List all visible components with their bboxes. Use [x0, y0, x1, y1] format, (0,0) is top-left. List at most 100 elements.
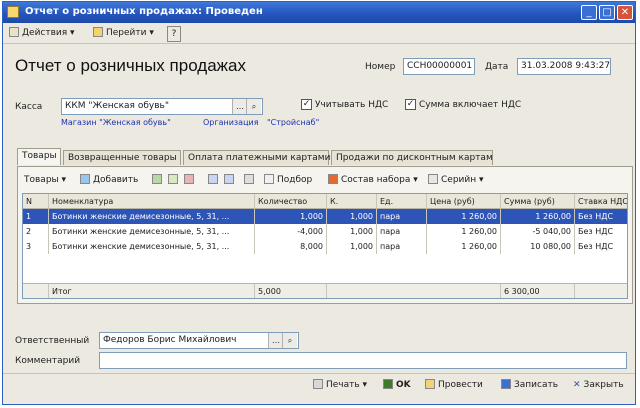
- row-unit[interactable]: пара: [377, 209, 427, 224]
- goods-menu[interactable]: Товары ▾: [24, 173, 66, 187]
- comment-field[interactable]: [99, 352, 627, 369]
- move-down-icon[interactable]: [224, 173, 237, 187]
- row-unit[interactable]: пара: [377, 224, 427, 239]
- col-n[interactable]: N: [23, 194, 49, 209]
- kassa-value: ККМ "Женская обувь": [65, 101, 169, 111]
- help-button[interactable]: ?: [167, 26, 181, 42]
- save-label: Записать: [514, 380, 559, 390]
- sum-includes-vat-checkbox[interactable]: ✓: [405, 99, 416, 110]
- set-label: Состав набора: [341, 175, 411, 185]
- comment-label: Комментарий: [15, 356, 81, 366]
- set-button[interactable]: Состав набора ▾: [328, 173, 418, 187]
- sort-icon[interactable]: [244, 173, 257, 187]
- row-n: 3: [23, 239, 49, 254]
- footer-blank-mid: [327, 283, 501, 298]
- row-sum[interactable]: -5 040,00: [501, 224, 575, 239]
- row-sum[interactable]: 1 260,00: [501, 209, 575, 224]
- col-unit[interactable]: Ед.: [377, 194, 427, 209]
- add-icon: [80, 174, 90, 184]
- row-qty[interactable]: 1,000: [255, 209, 327, 224]
- maximize-button[interactable]: □: [599, 5, 615, 20]
- footer-blank: [23, 283, 49, 298]
- col-k[interactable]: К.: [327, 194, 377, 209]
- kassa-field[interactable]: ККМ "Женская обувь" … ⌕: [61, 98, 263, 115]
- tab-discount-sales[interactable]: Продажи по дисконтным картам: [331, 150, 493, 165]
- move-up-icon[interactable]: [208, 173, 221, 187]
- table-row[interactable]: 2 Ботинки женские демисезонные, 5, 31, .…: [23, 224, 627, 239]
- consider-vat-checkbox[interactable]: ✓: [301, 99, 312, 110]
- post-icon: [425, 379, 435, 389]
- org-link[interactable]: "Стройснаб": [267, 118, 319, 127]
- store-link[interactable]: Магазин "Женская обувь": [61, 118, 171, 127]
- row-vat[interactable]: Без НДС: [575, 224, 627, 239]
- save-icon: [501, 379, 511, 389]
- print-button[interactable]: Печать ▾: [313, 378, 367, 392]
- page-title: Отчет о розничных продажах: [15, 56, 246, 75]
- pick-icon: [264, 174, 274, 184]
- col-vat[interactable]: Ставка НДС: [575, 194, 627, 209]
- row-item[interactable]: Ботинки женские демисезонные, 5, 31, ...: [49, 209, 255, 224]
- add-button[interactable]: Добавить: [80, 173, 138, 187]
- actions-menu[interactable]: Действия ▾: [9, 26, 75, 40]
- edit-row-icon[interactable]: [168, 173, 181, 187]
- actions-icon: [9, 27, 19, 37]
- responsible-field[interactable]: Федоров Борис Михайлович … ⌕: [99, 332, 299, 349]
- delete-row-icon[interactable]: [184, 173, 197, 187]
- row-item[interactable]: Ботинки женские демисезонные, 5, 31, ...: [49, 239, 255, 254]
- col-price[interactable]: Цена (руб): [427, 194, 501, 209]
- goods-menu-label: Товары: [24, 175, 59, 185]
- table-row[interactable]: 3 Ботинки женские демисезонные, 5, 31, .…: [23, 239, 627, 254]
- row-price[interactable]: 1 260,00: [427, 224, 501, 239]
- save-button[interactable]: Записать: [501, 378, 558, 392]
- close-button[interactable]: ✕: [617, 5, 633, 20]
- org-label: Организация: [203, 118, 259, 127]
- pick-button[interactable]: Подбор: [264, 173, 312, 187]
- row-price[interactable]: 1 260,00: [427, 209, 501, 224]
- date-field[interactable]: 31.03.2008 9:43:27: [517, 58, 611, 75]
- window-title: Отчет о розничных продажах: Проведен: [25, 6, 263, 17]
- row-unit[interactable]: пара: [377, 239, 427, 254]
- row-vat[interactable]: Без НДС: [575, 239, 627, 254]
- col-item[interactable]: Номенклатура: [49, 194, 255, 209]
- row-k[interactable]: 1,000: [327, 209, 377, 224]
- row-item[interactable]: Ботинки женские демисезонные, 5, 31, ...: [49, 224, 255, 239]
- pick-label: Подбор: [277, 175, 313, 185]
- responsible-label: Ответственный: [15, 336, 90, 346]
- tab-returned-goods[interactable]: Возвращенные товары: [63, 150, 181, 165]
- row-qty[interactable]: 8,000: [255, 239, 327, 254]
- goto-menu[interactable]: Перейти ▾: [93, 26, 154, 40]
- series-menu[interactable]: Серийн ▾: [428, 173, 484, 187]
- ok-label: OK: [396, 380, 411, 390]
- row-vat[interactable]: Без НДС: [575, 209, 627, 224]
- ok-button[interactable]: OK: [383, 378, 411, 392]
- footer-qty: 5,000: [255, 283, 327, 298]
- close-form-button[interactable]: ✕ Закрыть: [573, 378, 624, 392]
- row-qty[interactable]: -4,000: [255, 224, 327, 239]
- sum-includes-vat-label: Сумма включает НДС: [419, 100, 522, 110]
- responsible-select-button[interactable]: …: [268, 333, 283, 348]
- row-k[interactable]: 1,000: [327, 224, 377, 239]
- row-n: 1: [23, 209, 49, 224]
- row-price[interactable]: 1 260,00: [427, 239, 501, 254]
- ok-icon: [383, 379, 393, 389]
- tab-goods[interactable]: Товары: [17, 148, 61, 165]
- responsible-open-icon[interactable]: ⌕: [282, 333, 297, 348]
- kassa-select-button[interactable]: …: [232, 99, 247, 114]
- table-header: N Номенклатура Количество К. Ед. Цена (р…: [23, 194, 627, 209]
- copy-row-icon[interactable]: [152, 173, 165, 187]
- col-sum[interactable]: Сумма (руб): [501, 194, 575, 209]
- post-button[interactable]: Провести: [425, 378, 483, 392]
- post-label: Провести: [438, 380, 483, 390]
- footer-label: Итог: [49, 283, 255, 298]
- table-row[interactable]: 1 Ботинки женские демисезонные, 5, 31, .…: [23, 209, 627, 224]
- set-icon: [328, 174, 338, 184]
- series-icon: [428, 174, 438, 184]
- row-sum[interactable]: 10 080,00: [501, 239, 575, 254]
- row-k[interactable]: 1,000: [327, 239, 377, 254]
- number-field[interactable]: ССН00000001: [403, 58, 475, 75]
- kassa-open-icon[interactable]: ⌕: [246, 99, 261, 114]
- col-qty[interactable]: Количество: [255, 194, 327, 209]
- bottom-bar: Печать ▾ OK Провести Записать ✕ Закрыть: [3, 373, 635, 396]
- minimize-button[interactable]: _: [581, 5, 597, 20]
- tab-card-payments[interactable]: Оплата платежными картами: [183, 150, 330, 165]
